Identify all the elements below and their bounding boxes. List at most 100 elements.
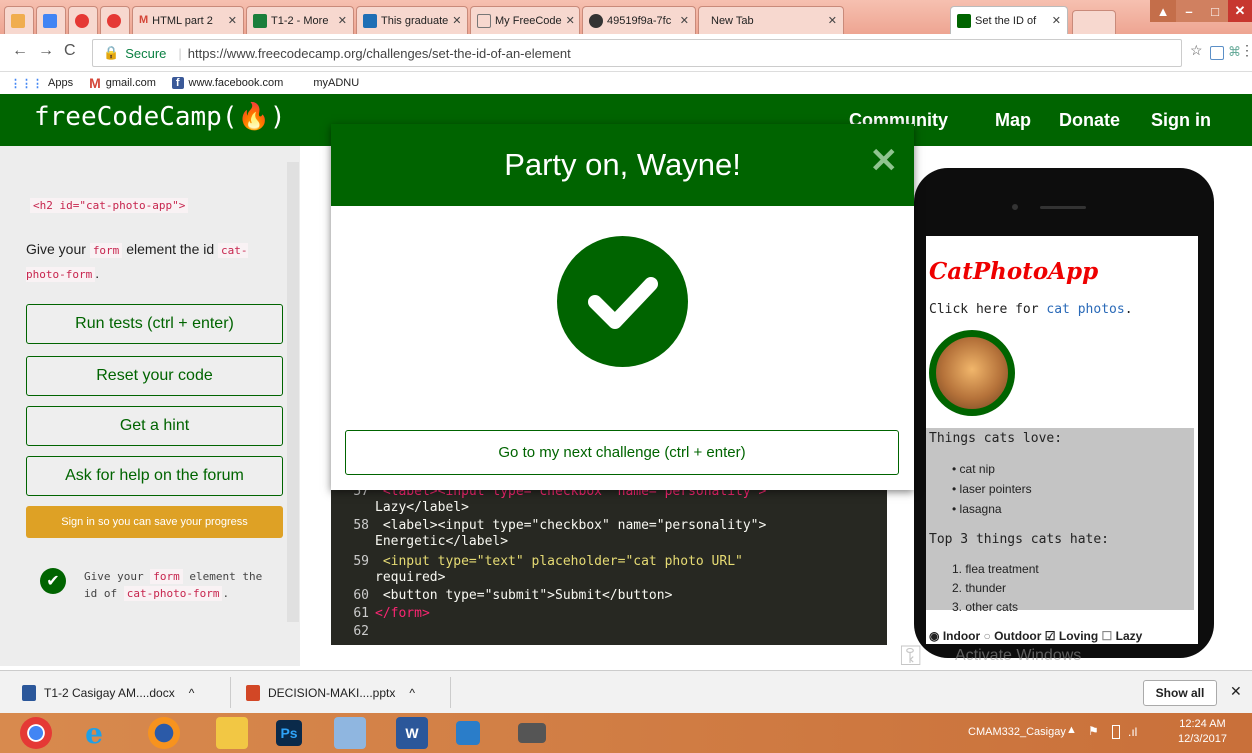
tab-close-icon[interactable]: ✕ (1048, 14, 1061, 27)
user-icon[interactable]: ▲ (1150, 0, 1176, 22)
keyboard-app-icon[interactable] (518, 723, 546, 743)
fcc-favicon (957, 13, 971, 28)
left-scrollbar[interactable] (287, 162, 299, 622)
tab-github[interactable]: 49519f9a-7fc ✕ (582, 6, 696, 34)
bookmark-label: Apps (48, 77, 74, 89)
test-text: . (222, 587, 230, 600)
close-window-icon[interactable]: ✕ (1228, 0, 1252, 22)
checkbox-loving[interactable]: ☑ (1045, 629, 1056, 643)
chrome-icon[interactable] (20, 717, 52, 749)
flag-icon[interactable]: ⚑ (1088, 724, 1099, 738)
get-hint-button[interactable]: Get a hint (26, 406, 283, 446)
menu-icon[interactable]: ⋮ (1240, 42, 1252, 59)
download-item[interactable]: T1-2 Casigay AM....docx ^ (22, 671, 194, 714)
tab-new-tab[interactable]: New Tab ✕ (698, 6, 844, 34)
photoshop-icon[interactable]: Ps (276, 720, 302, 746)
tab-2[interactable] (68, 6, 98, 34)
close-icon[interactable]: ✕ (870, 144, 899, 178)
tab-3[interactable] (100, 6, 130, 34)
signal-icon[interactable]: .ıl (1128, 725, 1137, 739)
next-challenge-button[interactable]: Go to my next challenge (ctrl + enter) (345, 430, 899, 475)
line-number: 58 (353, 518, 369, 533)
cat-photo-avatar[interactable] (929, 330, 1015, 416)
tab-label: This graduate (381, 14, 449, 27)
tab-my-freecode[interactable]: My FreeCode ✕ (470, 6, 580, 34)
tab-t1-2[interactable]: T1-2 - More ✕ (246, 6, 354, 34)
tab-graduate[interactable]: This graduate ✕ (356, 6, 468, 34)
phone-camera-icon (1012, 204, 1018, 210)
hate-item: 2. thunder (952, 581, 1007, 595)
clock-date: 12/3/2017 (1178, 733, 1227, 745)
taskbar-user: CMAM332_Casigay (968, 726, 1066, 738)
nav-sign-in[interactable]: Sign in (1151, 110, 1211, 131)
tab-close-icon[interactable]: ✕ (334, 14, 347, 27)
tab-close-icon[interactable]: ✕ (676, 14, 689, 27)
checkbox-lazy[interactable]: ☐ (1102, 629, 1113, 643)
browser-tab-strip: M HTML part 2 ✕ T1-2 - More ✕ This graduate… (0, 0, 1252, 34)
checkmark-icon (557, 236, 688, 367)
bookmark-apps[interactable]: ⋮⋮⋮ Apps (10, 77, 73, 90)
battery-icon[interactable] (1112, 725, 1120, 739)
network-app-icon[interactable] (334, 717, 366, 749)
tab-close-icon[interactable]: ✕ (824, 14, 837, 27)
tab-set-the-id[interactable]: Set the ID of ✕ (950, 6, 1068, 34)
line-code: <label><input type="checkbox" name="pers… (375, 518, 767, 533)
fcc-logo[interactable]: freeCodeCamp(🔥) (34, 102, 286, 132)
radio-indoor[interactable]: ◉ (929, 629, 939, 643)
ask-forum-button[interactable]: Ask for help on the forum (26, 456, 283, 496)
checkbox-label: Lazy (1115, 629, 1143, 643)
clock[interactable]: 12:24 AM 12/3/2017 (1178, 717, 1227, 747)
forward-icon[interactable]: → (38, 42, 54, 60)
chevron-up-icon[interactable]: ^ (189, 686, 195, 700)
click-text: Click here for (929, 302, 1039, 317)
ie-icon[interactable]: e (78, 717, 110, 750)
chevron-up-icon[interactable]: ^ (409, 686, 415, 700)
radio-outdoor[interactable]: ○ (984, 629, 991, 643)
firefox-icon[interactable] (148, 717, 180, 749)
instr-text: Give your (26, 241, 86, 257)
show-all-button[interactable]: Show all (1143, 680, 1217, 706)
instr-text: . (95, 265, 100, 281)
code-line: Energetic</label> (331, 534, 887, 549)
url-input[interactable]: 🔒 Secure | https://www.freecodecamp.org/… (92, 39, 1182, 67)
tab-close-icon[interactable]: ✕ (562, 14, 575, 27)
download-item[interactable]: DECISION-MAKI....pptx ^ (246, 671, 415, 714)
maximize-icon[interactable]: □ (1202, 0, 1228, 22)
tab-1[interactable] (36, 6, 66, 34)
sheets-icon (253, 13, 267, 28)
star-icon[interactable]: ☆ (1190, 42, 1203, 59)
tab-favicon (75, 13, 89, 28)
back-icon[interactable]: ← (12, 42, 28, 60)
sign-in-save-button[interactable]: Sign in so you can save your progress (26, 506, 283, 538)
tab-close-icon[interactable]: ✕ (448, 14, 461, 27)
download-filename: T1-2 Casigay AM....docx (44, 685, 175, 700)
close-downloads-icon[interactable]: ✕ (1230, 683, 1242, 700)
reset-code-button[interactable]: Reset your code (26, 356, 283, 396)
tab-0[interactable] (4, 6, 34, 34)
minimize-icon[interactable]: – (1176, 0, 1202, 22)
modal-title: Party on, Wayne! (504, 147, 741, 182)
new-tab-button[interactable] (1072, 10, 1116, 34)
nav-map[interactable]: Map (995, 110, 1031, 131)
word-icon[interactable]: W (396, 717, 428, 749)
run-tests-button[interactable]: Run tests (ctrl + enter) (26, 304, 283, 344)
code-line: 62 (331, 624, 887, 639)
tab-close-icon[interactable]: ✕ (224, 14, 237, 27)
line-code: required> (375, 570, 446, 585)
bookmark-label: myADNU (313, 77, 360, 89)
media-player-icon[interactable] (456, 721, 480, 745)
nav-donate[interactable]: Donate (1059, 110, 1120, 131)
tab-html-part-2[interactable]: M HTML part 2 ✕ (132, 6, 244, 34)
bookmark-gmail[interactable]: Mgmail.com (89, 75, 156, 91)
bookmark-label: www.facebook.com (188, 77, 284, 89)
code-editor[interactable]: 57 <label><input type="checkbox" name="p… (331, 480, 887, 645)
tray-up-arrow-icon[interactable]: ▲ (1066, 724, 1077, 736)
file-explorer-icon[interactable] (216, 717, 248, 749)
reload-icon[interactable]: C (64, 42, 76, 60)
bookmark-myadnu[interactable]: myADNU (313, 77, 359, 89)
extension-icon[interactable] (1210, 46, 1224, 60)
tab-favicon (43, 13, 57, 28)
address-bar: ← → C 🔒 Secure | https://www.freecodecam… (0, 34, 1252, 72)
cat-photos-link[interactable]: cat photos (1046, 302, 1124, 317)
bookmark-facebook[interactable]: f www.facebook.com (171, 77, 284, 89)
